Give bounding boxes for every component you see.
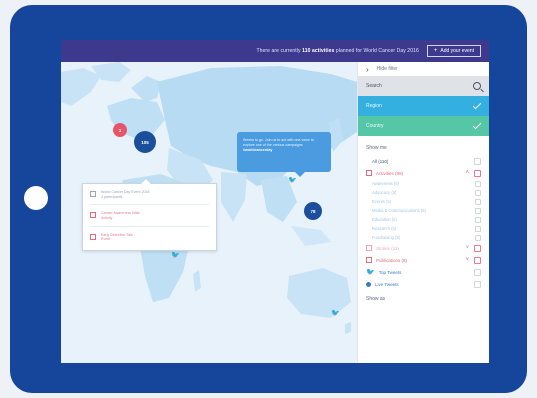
top-tweets-toggle[interactable] xyxy=(474,268,481,276)
chevron-right-icon: › xyxy=(366,64,369,74)
popup-item-sub: Activity xyxy=(101,216,113,221)
app-screen: There are currently 110 activities plann… xyxy=(61,40,489,363)
hide-filter-label: Hide filter xyxy=(376,66,398,72)
sub-filter-toggle[interactable] xyxy=(475,234,481,241)
tweet-tooltip[interactable]: Weeks to go. Join us to act with one voi… xyxy=(237,132,331,177)
activities-label: Activities (99) xyxy=(376,170,404,176)
sub-filter-label: Awareness (5) xyxy=(372,181,399,186)
sub-filter-label: Advocacy (5) xyxy=(372,190,397,195)
activity-count-message: There are currently 110 activities plann… xyxy=(256,48,418,54)
country-filter-label: Country xyxy=(366,123,384,129)
event-icon xyxy=(90,233,96,240)
sub-filter-item[interactable]: Advocacy (5) xyxy=(358,188,489,197)
top-bar: There are currently 110 activities plann… xyxy=(61,40,489,62)
publications-toggle[interactable] xyxy=(474,256,481,264)
activity-icon xyxy=(90,212,96,219)
chevron-down-icon[interactable]: ˅ xyxy=(465,245,469,251)
search-input[interactable]: Search xyxy=(358,76,489,96)
stories-label: Stories (11) xyxy=(376,245,399,251)
live-dot-icon xyxy=(366,281,371,287)
activities-toggle[interactable] xyxy=(474,169,481,177)
all-toggle[interactable] xyxy=(474,157,481,165)
calendar-icon xyxy=(90,191,96,197)
popup-item-title: World Cancer Day Event 2016 xyxy=(101,190,150,194)
sub-filter-toggle[interactable] xyxy=(475,225,481,232)
tweet-icon-africa[interactable]: 🐦 xyxy=(171,252,180,259)
popup-item-sub: Event xyxy=(101,237,111,242)
popup-item[interactable]: Early Detection Talk Event xyxy=(83,227,216,242)
check-icon xyxy=(472,120,482,129)
stories-icon xyxy=(366,245,372,251)
sub-filter-toggle[interactable] xyxy=(475,198,481,205)
activities-icon xyxy=(366,170,372,176)
plus-icon: + xyxy=(433,48,438,54)
popup-item[interactable]: World Cancer Day Event 2016 3 participan… xyxy=(83,184,216,199)
twitter-icon: 🐦 xyxy=(366,268,375,276)
sub-filter-toggle[interactable] xyxy=(475,180,481,187)
sub-filter-item[interactable]: Media & Communications (5) xyxy=(358,206,489,215)
sub-filter-item[interactable]: Education (5) xyxy=(358,215,489,224)
stories-toggle[interactable] xyxy=(474,244,481,252)
sub-filter-label: Events (5) xyxy=(372,199,392,204)
chevron-down-icon[interactable]: ˅ xyxy=(465,257,469,263)
publications-label: Publications (8) xyxy=(376,257,408,263)
filter-activities[interactable]: Activities (99) ˄ xyxy=(358,167,489,179)
hide-filter-toggle[interactable]: › Hide filter xyxy=(358,62,489,76)
region-filter-label: Region xyxy=(366,103,382,109)
tweet-icon-australia[interactable]: 🐦 xyxy=(331,310,340,317)
country-filter[interactable]: Country xyxy=(358,116,489,136)
show-me-title: Show me xyxy=(366,145,387,151)
sub-filter-toggle[interactable] xyxy=(475,189,481,196)
popup-item-sub: 3 participants xyxy=(101,194,123,199)
sub-filter-label: Media & Communications (5) xyxy=(372,208,426,213)
sub-filter-toggle[interactable] xyxy=(475,216,481,223)
top-tweets-label: Top Tweets xyxy=(378,269,402,275)
tooltip-link[interactable]: #worldcancerday xyxy=(243,148,272,152)
filter-live-tweets[interactable]: Live Tweets xyxy=(358,278,489,290)
message-count: 110 activities xyxy=(302,48,335,54)
add-event-button[interactable]: + Add your event xyxy=(426,45,481,57)
live-tweets-toggle[interactable] xyxy=(474,280,481,288)
search-placeholder: Search xyxy=(366,83,382,89)
check-icon xyxy=(472,100,482,109)
filter-top-tweets[interactable]: 🐦 Top Tweets xyxy=(358,266,489,278)
world-map[interactable]: 1 105 78 🐦 🐦 🐦 Weeks to go. Join us to a… xyxy=(61,62,357,363)
tweet-icon-asia[interactable]: 🐦 xyxy=(288,177,297,184)
home-button[interactable] xyxy=(24,186,48,210)
message-suffix: planned for World Cancer Day 2016 xyxy=(335,48,419,54)
region-filter[interactable]: Region xyxy=(358,96,489,116)
filter-stories[interactable]: Stories (11) ˅ xyxy=(358,242,489,254)
search-icon[interactable] xyxy=(473,82,481,90)
show-as-title: Show as xyxy=(366,296,386,302)
map-marker-europe-small[interactable]: 1 xyxy=(113,123,127,137)
sub-filter-label: Education (5) xyxy=(372,217,397,222)
sub-filter-item[interactable]: Research (5) xyxy=(358,224,489,233)
chevron-up-icon[interactable]: ˄ xyxy=(465,170,469,176)
sub-filter-label: Research (5) xyxy=(372,226,397,231)
sub-filter-label: Fundraising (5) xyxy=(372,235,401,240)
tooltip-text: Weeks to go. Join us to act with one voi… xyxy=(243,138,314,147)
all-label: All (110) xyxy=(372,158,389,164)
popup-item[interactable]: Cancer Awareness Walk Activity xyxy=(83,205,216,220)
filter-all[interactable]: All (110) xyxy=(358,155,489,167)
map-marker-europe[interactable]: 105 xyxy=(134,131,156,153)
sub-filter-item[interactable]: Events (5) xyxy=(358,197,489,206)
sub-filter-item[interactable]: Fundraising (5) xyxy=(358,233,489,242)
message-prefix: There are currently xyxy=(256,48,301,54)
filter-publications[interactable]: Publications (8) ˅ xyxy=(358,254,489,266)
add-event-label: Add your event xyxy=(440,48,474,54)
map-marker-asia[interactable]: 78 xyxy=(304,202,322,220)
live-tweets-label: Live Tweets xyxy=(375,281,399,287)
filter-panel: › Hide filter Search Region Country Show… xyxy=(357,62,489,363)
sub-filter-toggle[interactable] xyxy=(475,207,481,214)
event-info-popup: World Cancer Day Event 2016 3 participan… xyxy=(82,178,217,251)
sub-filter-item[interactable]: Awareness (5) xyxy=(358,179,489,188)
publications-icon xyxy=(366,257,372,263)
